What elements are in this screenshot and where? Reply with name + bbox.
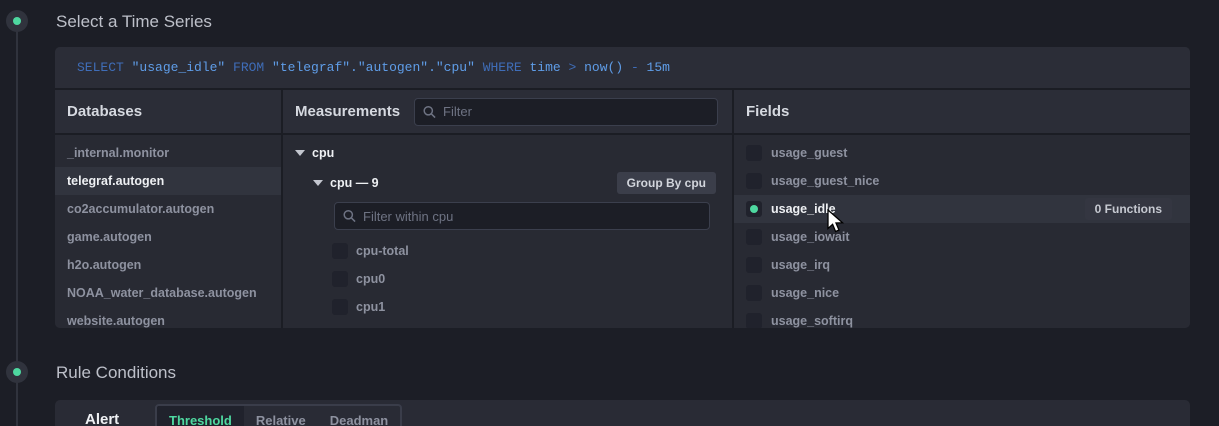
measurements-column: Measurements cpu cpu — 9 Group By cpu [283, 90, 734, 328]
database-item-label: telegraf.autogen [67, 174, 164, 188]
measurement-label: cpu [312, 146, 334, 160]
fields-column: Fields usage_guest usage_guest_nice usag… [734, 90, 1190, 328]
field-item[interactable]: usage_irq [734, 251, 1190, 279]
field-item[interactable]: usage_iowait [734, 223, 1190, 251]
functions-badge[interactable]: 0 Functions [1085, 198, 1172, 220]
field-item-label: usage_irq [771, 258, 830, 272]
measurements-filter-input[interactable] [414, 98, 718, 126]
query-token: time [530, 60, 569, 75]
query-token: "telegraf"."autogen"."cpu" [272, 60, 483, 75]
query-token: 15m [647, 60, 670, 75]
field-item-label: usage_guest [771, 146, 847, 160]
rule-conditions-panel: Alert Type ThresholdRelativeDeadman [55, 400, 1190, 426]
databases-header-label: Databases [67, 103, 142, 120]
database-item[interactable]: telegraf.autogen [55, 167, 281, 195]
database-item[interactable]: _internal.monitor [55, 139, 281, 167]
field-item-label: usage_softirq [771, 314, 853, 328]
alert-type-tabs: ThresholdRelativeDeadman [155, 404, 402, 426]
field-item[interactable]: usage_softirq [734, 307, 1190, 328]
step-indicator-time-series [6, 10, 28, 32]
database-item-label: website.autogen [67, 314, 165, 328]
checkbox[interactable] [332, 271, 348, 287]
tag-value-item[interactable]: cpu-total [283, 237, 732, 265]
tag-value-item[interactable]: cpu0 [283, 265, 732, 293]
tag-values-filter [334, 202, 710, 230]
checkbox[interactable] [746, 285, 762, 301]
checkbox[interactable] [746, 145, 762, 161]
section-title-time-series: Select a Time Series [56, 12, 212, 32]
query-preview: SELECT "usage_idle" FROM "telegraf"."aut… [55, 47, 1190, 90]
fields-list: usage_guest usage_guest_nice usage_idle … [734, 135, 1190, 328]
database-item-label: game.autogen [67, 230, 152, 244]
field-item[interactable]: usage_idle 0 Functions [734, 195, 1190, 223]
field-item-label: usage_nice [771, 286, 839, 300]
alert-type-tab[interactable]: Relative [244, 406, 318, 426]
database-item[interactable]: game.autogen [55, 223, 281, 251]
field-item[interactable]: usage_guest [734, 139, 1190, 167]
query-token: - [631, 60, 647, 75]
alert-type-label: Alert Type [85, 411, 155, 426]
tag-value-label: cpu0 [356, 272, 385, 286]
query-token: now() [584, 60, 631, 75]
database-item[interactable]: NOAA_water_database.autogen [55, 279, 281, 307]
alert-type-tab[interactable]: Threshold [157, 406, 244, 426]
field-item-label: usage_idle [771, 202, 836, 216]
database-item-label: NOAA_water_database.autogen [67, 286, 257, 300]
checkbox[interactable] [332, 243, 348, 259]
step-dot-icon [13, 17, 21, 25]
tag-value-item[interactable]: cpu1 [283, 293, 732, 321]
query-token: WHERE [483, 60, 530, 75]
fields-header-label: Fields [746, 103, 789, 120]
checkbox[interactable] [746, 257, 762, 273]
step-dot-icon [13, 368, 21, 376]
step-indicator-rule-conditions [6, 361, 28, 383]
field-item-label: usage_iowait [771, 230, 850, 244]
tag-values-filter-input[interactable] [334, 202, 710, 230]
measurements-header-label: Measurements [295, 103, 400, 120]
caret-down-icon [313, 180, 323, 186]
query-token: > [569, 60, 585, 75]
tag-value-label: cpu1 [356, 300, 385, 314]
checked-dot-icon [750, 205, 758, 213]
caret-down-icon [295, 150, 305, 156]
group-by-cpu-button[interactable]: Group By cpu [617, 172, 716, 194]
query-token: FROM [233, 60, 272, 75]
time-series-panel: SELECT "usage_idle" FROM "telegraf"."aut… [55, 47, 1190, 328]
databases-column: Databases _internal.monitor telegraf.auto… [55, 90, 283, 328]
checkbox[interactable] [746, 201, 762, 217]
checkbox[interactable] [332, 299, 348, 315]
database-item-label: _internal.monitor [67, 146, 169, 160]
section-title-rule-conditions: Rule Conditions [56, 363, 176, 383]
tag-values-list: cpu-total cpu0 cpu1 [283, 237, 732, 321]
databases-header: Databases [55, 90, 281, 135]
checkbox[interactable] [746, 313, 762, 328]
fields-header: Fields [734, 90, 1190, 135]
database-item[interactable]: h2o.autogen [55, 251, 281, 279]
database-item[interactable]: co2accumulator.autogen [55, 195, 281, 223]
database-item[interactable]: website.autogen [55, 307, 281, 328]
checkbox[interactable] [746, 229, 762, 245]
field-item-label: usage_guest_nice [771, 174, 879, 188]
builder-columns: Databases _internal.monitor telegraf.auto… [55, 90, 1190, 328]
database-item-label: co2accumulator.autogen [67, 202, 214, 216]
field-item[interactable]: usage_nice [734, 279, 1190, 307]
measurements-filter [414, 98, 718, 126]
tag-value-label: cpu-total [356, 244, 409, 258]
tag-key-row[interactable]: cpu — 9 Group By cpu [283, 167, 732, 198]
measurement-item-cpu[interactable]: cpu [283, 139, 732, 167]
checkbox[interactable] [746, 173, 762, 189]
tag-key-label: cpu — 9 [330, 176, 379, 190]
measurements-list: cpu cpu — 9 Group By cpu cpu-total cpu0 … [283, 135, 732, 328]
query-token: SELECT [77, 60, 132, 75]
alert-type-tab[interactable]: Deadman [318, 406, 401, 426]
databases-list: _internal.monitor telegraf.autogen co2accu… [55, 135, 281, 328]
field-item[interactable]: usage_guest_nice [734, 167, 1190, 195]
database-item-label: h2o.autogen [67, 258, 141, 272]
measurements-header: Measurements [283, 90, 732, 135]
query-token: "usage_idle" [132, 60, 233, 75]
